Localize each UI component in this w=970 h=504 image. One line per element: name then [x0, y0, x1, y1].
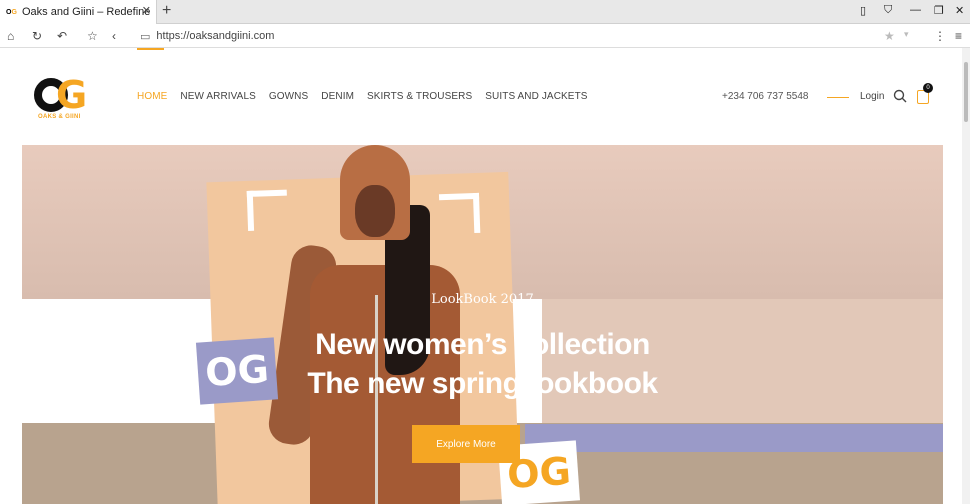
close-tab-icon[interactable]: ✕ — [142, 4, 151, 17]
url-field[interactable]: ▭ https://oaksandgiini.com — [140, 26, 920, 46]
browser-tab[interactable]: OG Oaks and Giini – Redefine You ✕ — [0, 0, 157, 24]
hero-headline-1: New women’s collection — [315, 328, 650, 361]
search-icon[interactable] — [893, 89, 907, 103]
site-logo[interactable]: G OAKS & GIINI — [34, 73, 94, 122]
hero-eyebrow: LookBook 2017 — [431, 292, 534, 307]
phone-number[interactable]: +234 706 737 5548 — [722, 91, 808, 102]
nav-item-gowns[interactable]: GOWNS — [269, 91, 308, 102]
site-favicon-icon: OG — [6, 8, 17, 16]
hero-banner: OG OG LookBook 2017 New women’s collecti… — [22, 145, 943, 504]
main-nav: HOME NEW ARRIVALS GOWNS DENIM SKIRTS & T… — [137, 91, 601, 102]
restore-icon[interactable]: ❐ — [934, 4, 944, 17]
model-face — [355, 185, 395, 237]
refresh-icon[interactable]: ↻ — [32, 29, 42, 43]
scrollbar[interactable] — [962, 48, 970, 504]
explore-more-button[interactable]: Explore More — [412, 425, 520, 463]
cart-count-badge: 0 — [923, 83, 933, 93]
login-link[interactable]: Login — [860, 91, 884, 102]
back-icon[interactable]: ‹ — [112, 29, 116, 43]
nav-item-denim[interactable]: DENIM — [321, 91, 354, 102]
url-text: https://oaksandgiini.com — [156, 30, 275, 42]
home-icon[interactable]: ⌂ — [7, 29, 14, 43]
bookmark-star-icon[interactable]: ★ — [884, 29, 895, 43]
menu-icon[interactable]: ≡ — [955, 29, 962, 43]
minimize-icon[interactable]: — — [910, 4, 921, 16]
nav-item-skirts-trousers[interactable]: SKIRTS & TROUSERS — [367, 91, 472, 102]
new-tab-button[interactable]: + — [162, 2, 171, 20]
more-icon[interactable]: ⋮ — [934, 29, 946, 43]
bookmark-dropdown-icon[interactable]: ▾ — [904, 29, 909, 40]
address-bar: ⌂ ↻ ↶ ☆ ‹ ▭ https://oaksandgiini.com ★ ▾… — [0, 24, 970, 48]
scrollbar-thumb[interactable] — [964, 62, 968, 122]
undo-icon[interactable]: ↶ — [57, 29, 67, 43]
nav-item-suits-jackets[interactable]: SUITS AND JACKETS — [485, 91, 587, 102]
logo-g-mark: G — [56, 73, 88, 117]
close-window-icon[interactable]: ✕ — [955, 4, 964, 17]
star-icon[interactable]: ☆ — [87, 29, 98, 43]
nav-active-indicator — [137, 48, 164, 50]
hero-purple-stripe — [525, 424, 943, 452]
tab-title: Oaks and Giini – Redefine You — [22, 6, 150, 18]
nav-item-new-arrivals[interactable]: NEW ARRIVALS — [180, 91, 255, 102]
logo-tagline: OAKS & GIINI — [38, 114, 81, 120]
sidebar-toggle-icon[interactable]: ▯ — [860, 4, 866, 17]
browser-tabbar: OG Oaks and Giini – Redefine You ✕ + ▯ ⛉… — [0, 0, 970, 24]
hero-headline-2: The new spring lookbook — [307, 367, 658, 400]
nav-item-home[interactable]: HOME — [137, 91, 167, 102]
divider-line — [827, 97, 849, 98]
page-icon: ▭ — [140, 30, 151, 43]
shield-icon[interactable]: ⛉ — [884, 4, 892, 17]
